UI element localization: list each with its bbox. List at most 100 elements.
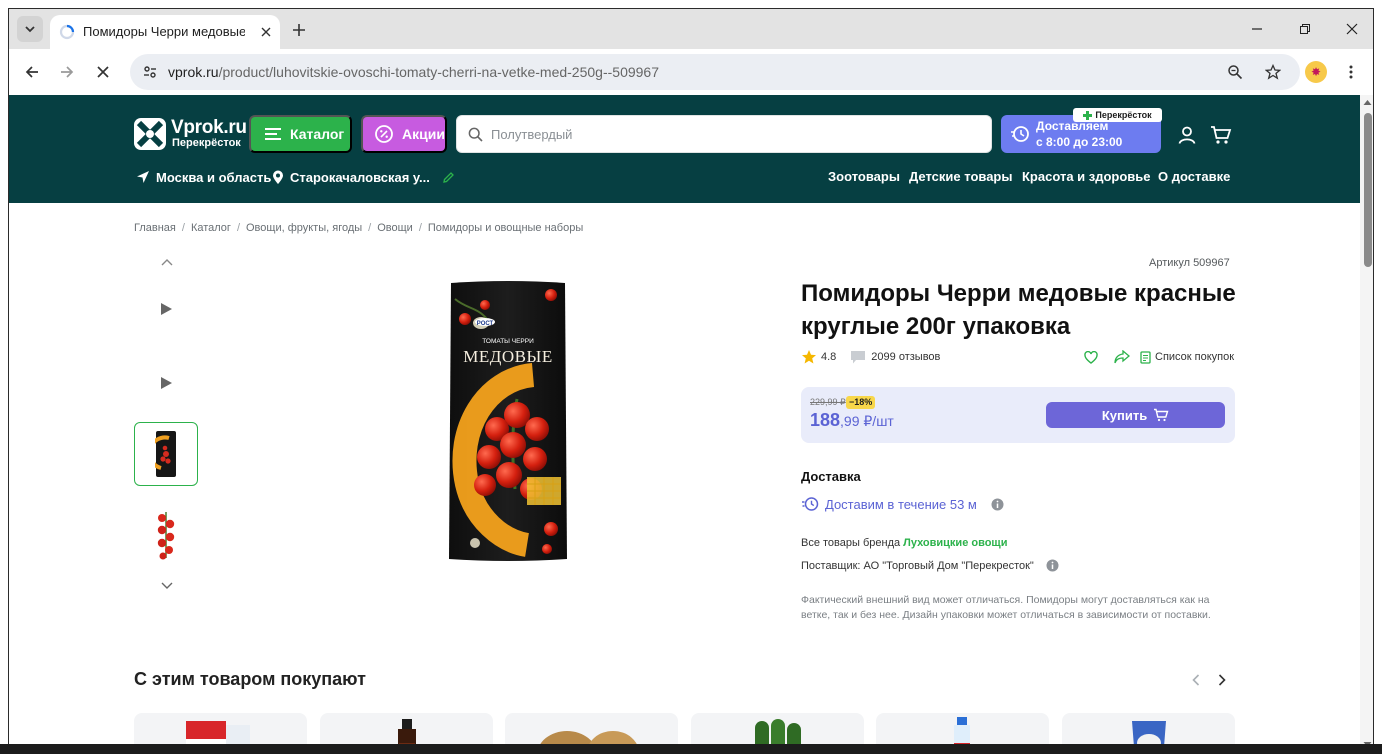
tab-strip: Помидоры Черри медовые кр <box>9 9 1373 49</box>
cart-icon <box>1154 408 1169 422</box>
address-selector[interactable]: Старокачаловская у... <box>272 168 455 186</box>
shopping-list-link[interactable]: Список покупок <box>1140 350 1235 364</box>
price-integer: 188 <box>810 410 841 430</box>
site-info-icon[interactable] <box>138 60 162 84</box>
loading-favicon-icon <box>59 24 75 40</box>
rating-row[interactable]: 4.8 2099 отзывов <box>801 348 940 366</box>
menu-lines-icon <box>265 128 281 140</box>
nav-link-delivery-info[interactable]: О доставке <box>1158 169 1230 184</box>
gallery-thumb-tomatoes[interactable] <box>134 503 198 567</box>
nav-link-pets[interactable]: Зоотовары <box>828 169 900 184</box>
minimize-icon[interactable] <box>1247 19 1267 39</box>
url-text[interactable]: vprok.ru/product/luhovitskie-ovoschi-tom… <box>168 64 659 80</box>
active-tab[interactable]: Помидоры Черри медовые кр <box>50 15 280 49</box>
tab-search-button[interactable] <box>17 16 43 42</box>
product-main-image[interactable]: РОСТ ТОМАТЫ ЧЕРРИ МЕДОВЫЕ <box>447 279 569 563</box>
bookmark-star-icon[interactable] <box>1262 61 1284 83</box>
gallery-down-chevron-icon[interactable] <box>157 579 177 593</box>
url-host: vprok.ru <box>168 64 219 80</box>
delivery-estimate: Доставим в течение 53 м <box>801 495 1004 513</box>
delivery-section-title: Доставка <box>801 469 861 484</box>
product-actions: Список покупок <box>1084 348 1234 366</box>
breadcrumb-category[interactable]: Овощи, фрукты, ягоды <box>246 222 362 234</box>
favorite-heart-icon[interactable] <box>1084 350 1098 364</box>
gallery-up-chevron-icon[interactable] <box>157 255 177 269</box>
user-profile-icon[interactable] <box>1175 123 1199 147</box>
back-arrow-icon[interactable] <box>20 60 44 84</box>
recommendations-title: С этим товаром покупают <box>134 669 366 689</box>
info-icon[interactable] <box>1046 559 1059 572</box>
package-thumbnail-icon <box>155 431 176 477</box>
reviews-bubble-icon <box>851 350 866 363</box>
play-icon <box>161 377 172 389</box>
logo-title[interactable]: Vprok.ru <box>171 117 247 139</box>
close-window-icon[interactable] <box>1342 19 1362 39</box>
nav-link-beauty[interactable]: Красота и здоровье <box>1022 169 1151 184</box>
delivery-estimate-text: Доставим в течение 53 м <box>825 496 977 512</box>
zoom-icon[interactable] <box>1224 61 1246 83</box>
address-bar[interactable]: vprok.ru/product/luhovitskie-ovoschi-tom… <box>130 54 1300 90</box>
promo-button[interactable]: Акции <box>361 115 447 153</box>
nav-link-kids[interactable]: Детские товары <box>909 169 1012 184</box>
carousel-next-icon[interactable] <box>1214 672 1230 688</box>
gallery-thumb-video-2[interactable] <box>134 351 198 415</box>
breadcrumb-current[interactable]: Помидоры и овощные наборы <box>428 222 583 234</box>
vprok-logo-icon[interactable] <box>134 118 166 150</box>
close-tab-icon[interactable] <box>257 23 275 41</box>
breadcrumb-separator: / <box>181 222 185 234</box>
brand-line: Все товары бренда Луховицкие овощи <box>801 537 1007 549</box>
carousel-prev-icon[interactable] <box>1188 672 1204 688</box>
new-tab-icon[interactable] <box>289 20 309 40</box>
extension-icon[interactable]: ✸ <box>1305 61 1327 83</box>
breadcrumb-subcategory[interactable]: Овощи <box>377 222 413 234</box>
scroll-up-arrow-icon[interactable] <box>1363 99 1372 106</box>
shopping-list-label: Список покупок <box>1155 351 1235 363</box>
stop-loading-icon[interactable] <box>91 60 115 84</box>
search-input[interactable] <box>491 124 981 144</box>
buy-button[interactable]: Купить <box>1046 402 1225 428</box>
tab-title: Помидоры Черри медовые кр <box>83 24 245 39</box>
shopping-list-icon <box>1140 350 1151 364</box>
forward-arrow-icon[interactable] <box>55 60 79 84</box>
breadcrumb-catalog[interactable]: Каталог <box>191 222 231 234</box>
brand-link[interactable]: Луховицкие овощи <box>903 537 1007 549</box>
catalog-label: Каталог <box>290 126 345 142</box>
navigation-arrow-icon <box>137 171 149 183</box>
supplier-line: Поставщик: АО "Торговый Дом "Перекресток… <box>801 559 1059 572</box>
page-scrollbar[interactable] <box>1360 95 1373 754</box>
share-arrow-icon[interactable] <box>1114 350 1130 364</box>
perekrestok-logo-icon <box>1083 110 1093 120</box>
restore-icon[interactable] <box>1295 19 1315 39</box>
breadcrumb: Главная / Каталог / Овощи, фрукты, ягоды / … <box>134 222 583 234</box>
chevron-down-icon <box>25 26 35 33</box>
breadcrumb-separator: / <box>368 222 372 234</box>
logo-subtitle: Перекрёсток <box>172 137 241 149</box>
package-line-2: МЕДОВЫЕ <box>463 347 552 366</box>
edit-pencil-icon[interactable] <box>442 171 455 184</box>
supplier-text: Поставщик: АО "Торговый Дом "Перекресток… <box>801 559 1034 572</box>
search-box[interactable] <box>456 115 992 153</box>
browser-toolbar: vprok.ru/product/luhovitskie-ovoschi-tom… <box>9 49 1373 95</box>
percent-badge-icon <box>375 125 393 143</box>
region-selector[interactable]: Москва и область <box>136 168 271 186</box>
breadcrumb-home[interactable]: Главная <box>134 222 176 234</box>
perekrestok-badge: Перекрёсток <box>1073 108 1162 122</box>
current-price: 188,99 ₽/шт <box>810 410 894 431</box>
address-label: Старокачаловская у... <box>290 169 430 185</box>
catalog-button[interactable]: Каталог <box>249 115 352 153</box>
tomatoes-thumbnail-icon <box>157 512 175 560</box>
reviews-count[interactable]: 2099 отзывов <box>871 351 940 363</box>
old-price: 229,99 ₽ <box>810 397 846 407</box>
gallery-thumb-package[interactable] <box>134 422 198 486</box>
cart-icon[interactable] <box>1209 123 1233 147</box>
site-header: Vprok.ru Перекрёсток Каталог Акции Доста… <box>9 95 1360 203</box>
page-viewport: Vprok.ru Перекрёсток Каталог Акции Доста… <box>9 95 1373 754</box>
kebab-menu-icon[interactable] <box>1339 60 1363 84</box>
delivery-line-2: с 8:00 до 23:00 <box>1036 135 1123 149</box>
info-icon[interactable] <box>991 498 1004 511</box>
breadcrumb-separator: / <box>418 222 422 234</box>
gallery-thumb-video-1[interactable] <box>134 277 198 341</box>
scroll-thumb[interactable] <box>1364 113 1372 267</box>
map-pin-icon <box>273 170 283 184</box>
promo-label: Акции <box>402 126 445 142</box>
